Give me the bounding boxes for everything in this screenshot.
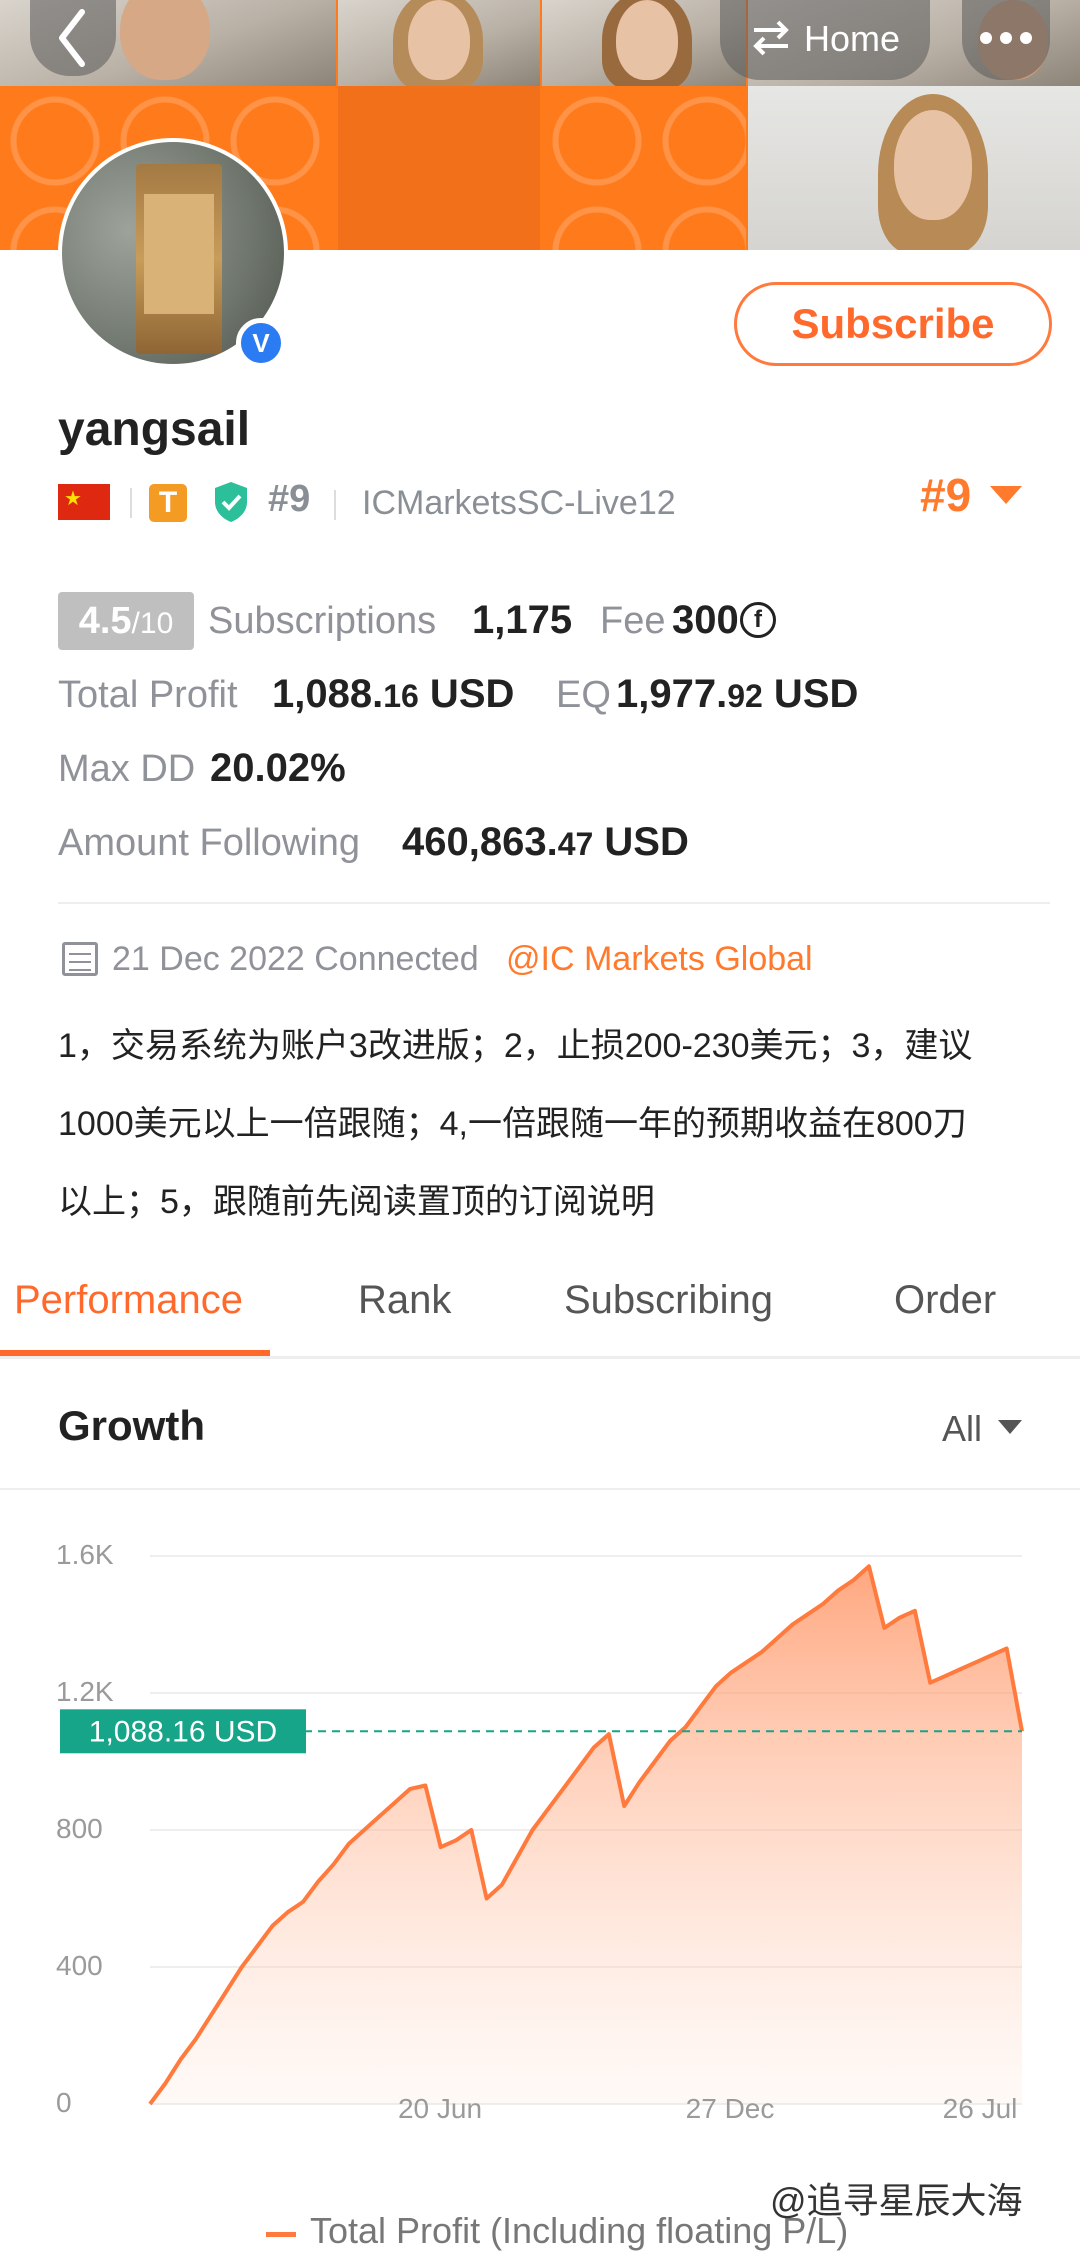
legend-label: Total Profit (Including floating P/L): [310, 2210, 849, 2251]
growth-chart: 0 400 800 1.2K 1.6K 20 Jun 27 Dec 26 Jul 1,088.1…: [56, 1539, 1024, 2120]
banner-pattern: [542, 86, 746, 250]
china-flag-icon: ★: [58, 484, 110, 520]
y-tick-label: 1.2K: [56, 1676, 114, 1707]
watermark: @追寻星辰大海: [770, 2180, 1023, 2221]
rank-dropdown[interactable]: #9: [920, 468, 971, 522]
y-tick-label: 0: [56, 2087, 72, 2118]
description-line: 以上；5，跟随前先阅读置顶的订阅说明: [58, 1183, 655, 1221]
divider: [0, 1488, 1080, 1490]
divider: [130, 488, 132, 518]
rank-small: #9: [268, 478, 311, 520]
broker-link[interactable]: @IC Markets Global: [506, 940, 813, 979]
divider: [334, 490, 336, 520]
banner-pattern: [338, 86, 540, 250]
banner-photo: [542, 0, 746, 86]
broker-account: ICMarketsSC-Live12: [362, 484, 676, 522]
max-dd-label: Max DD: [58, 748, 196, 790]
eq-label: EQ: [556, 674, 611, 716]
coin-icon: f: [740, 602, 776, 638]
subscriptions-label: Subscriptions: [208, 600, 437, 642]
fee-label: Fee: [600, 600, 666, 642]
growth-title: Growth: [58, 1402, 205, 1449]
subscriptions-value: 1,175: [472, 598, 573, 642]
tab-order[interactable]: Order: [894, 1278, 996, 1323]
x-tick-label: 27 Dec: [686, 2093, 775, 2120]
tab-performance[interactable]: Performance: [14, 1278, 243, 1323]
banner-photo: [748, 86, 1080, 250]
username: yangsail: [58, 403, 251, 456]
home-label: Home: [804, 18, 901, 59]
y-tick-label: 1.6K: [56, 1539, 114, 1570]
description-line: 1，交易系统为账户3改进版；2，止损200-230美元；3，建议: [58, 1027, 973, 1065]
connected-date: 21 Dec 2022 Connected: [112, 940, 479, 978]
trader-badge: T: [149, 484, 187, 522]
tab-rank[interactable]: Rank: [358, 1278, 451, 1323]
score-badge: 4.5/10: [58, 592, 194, 650]
calendar-icon: [62, 942, 98, 976]
legend-swatch: [266, 2232, 296, 2237]
more-button[interactable]: [962, 0, 1050, 80]
total-profit-value: 1,088.16 USD: [272, 672, 515, 716]
tab-subscribing[interactable]: Subscribing: [564, 1278, 773, 1323]
x-tick-label: 20 Jun: [398, 2093, 482, 2120]
fee-value: 300: [672, 598, 739, 642]
swap-icon: [753, 20, 789, 56]
total-profit-label: Total Profit: [58, 674, 238, 716]
chevron-left-icon: [59, 9, 85, 67]
amount-following-value: 460,863.47 USD: [402, 820, 689, 864]
eq-value: 1,977.92 USD: [616, 672, 859, 716]
divider: [0, 1356, 1080, 1359]
range-select[interactable]: All: [942, 1408, 982, 1450]
more-dots-icon: [980, 32, 1032, 44]
caret-down-icon[interactable]: [990, 486, 1022, 504]
area-fill: [150, 1566, 1022, 2104]
home-button[interactable]: Home: [720, 0, 930, 80]
divider: [58, 902, 1050, 904]
y-tick-label: 400: [56, 1950, 103, 1981]
y-tick-label: 800: [56, 1813, 103, 1844]
banner-photo: [338, 0, 540, 86]
caret-down-icon[interactable]: [998, 1420, 1022, 1434]
x-tick-label: 26 Jul: [943, 2093, 1018, 2120]
amount-following-label: Amount Following: [58, 822, 361, 864]
subscribe-button[interactable]: Subscribe: [734, 282, 1052, 366]
verified-badge: V: [236, 318, 286, 368]
current-value-label: 1,088.16 USD: [89, 1715, 277, 1748]
back-button[interactable]: [30, 0, 116, 76]
max-dd-value: 20.02%: [210, 746, 346, 790]
description-line: 1000美元以上一倍跟随；4,一倍跟随一年的预期收益在800刀: [58, 1105, 967, 1143]
shield-check-icon: [215, 482, 247, 522]
